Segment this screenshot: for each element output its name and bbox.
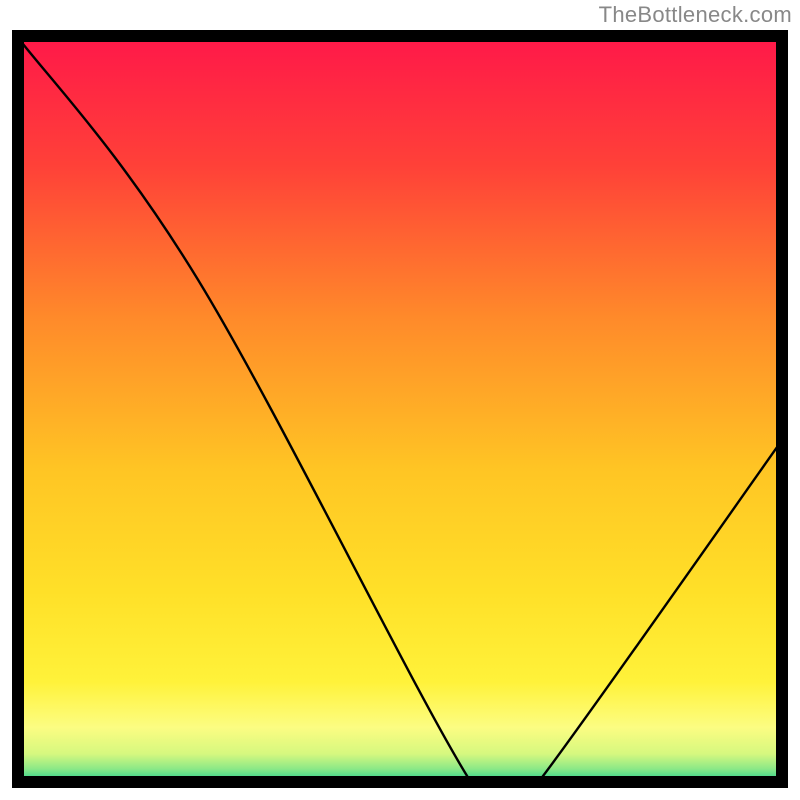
gradient-background [12, 30, 788, 788]
chart-container: TheBottleneck.com [0, 0, 800, 800]
bottleneck-chart [0, 0, 800, 800]
watermark-text: TheBottleneck.com [599, 2, 792, 28]
